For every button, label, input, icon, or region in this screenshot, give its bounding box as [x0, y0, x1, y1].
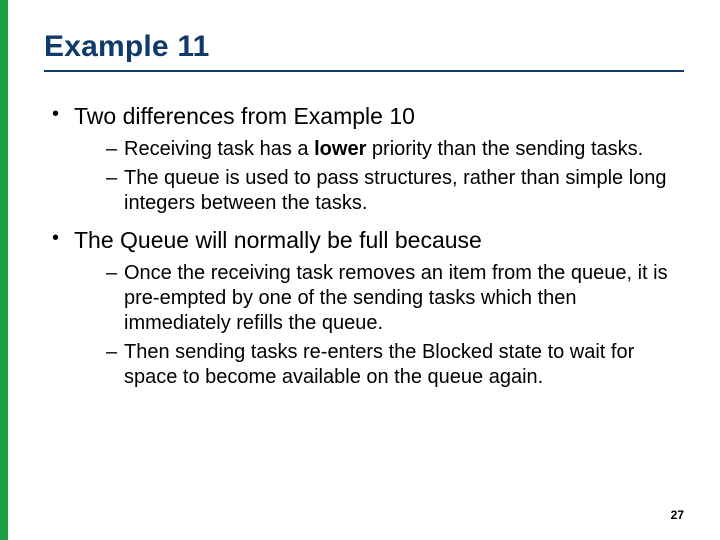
sub-text-suffix: priority than the sending tasks.: [366, 138, 643, 160]
bullet-item: The Queue will normally be full because …: [50, 226, 684, 390]
sub-text-prefix: Then sending tasks re-enters the Blocked…: [124, 341, 634, 388]
bullet-text: The Queue will normally be full because: [74, 227, 482, 253]
sub-text-bold: lower: [314, 138, 366, 160]
bullet-list: Two differences from Example 10 Receivin…: [50, 102, 684, 390]
slide-title: Example 11: [44, 30, 684, 64]
title-underline: [44, 70, 684, 72]
sub-text-prefix: Once the receiving task removes an item …: [124, 262, 668, 334]
sub-text-prefix: Receiving task has a: [124, 138, 314, 160]
slide: Example 11 Two differences from Example …: [0, 0, 720, 540]
sub-list: Receiving task has a lower priority than…: [106, 137, 684, 216]
page-number: 27: [671, 508, 684, 522]
bullet-item: Two differences from Example 10 Receivin…: [50, 102, 684, 216]
sub-item: Then sending tasks re-enters the Blocked…: [106, 340, 684, 390]
sub-item: The queue is used to pass structures, ra…: [106, 166, 684, 216]
sub-list: Once the receiving task removes an item …: [106, 261, 684, 390]
sub-text-prefix: The queue is used to pass structures, ra…: [124, 167, 667, 214]
sub-item: Once the receiving task removes an item …: [106, 261, 684, 336]
bullet-text: Two differences from Example 10: [74, 103, 415, 129]
sub-item: Receiving task has a lower priority than…: [106, 137, 684, 162]
